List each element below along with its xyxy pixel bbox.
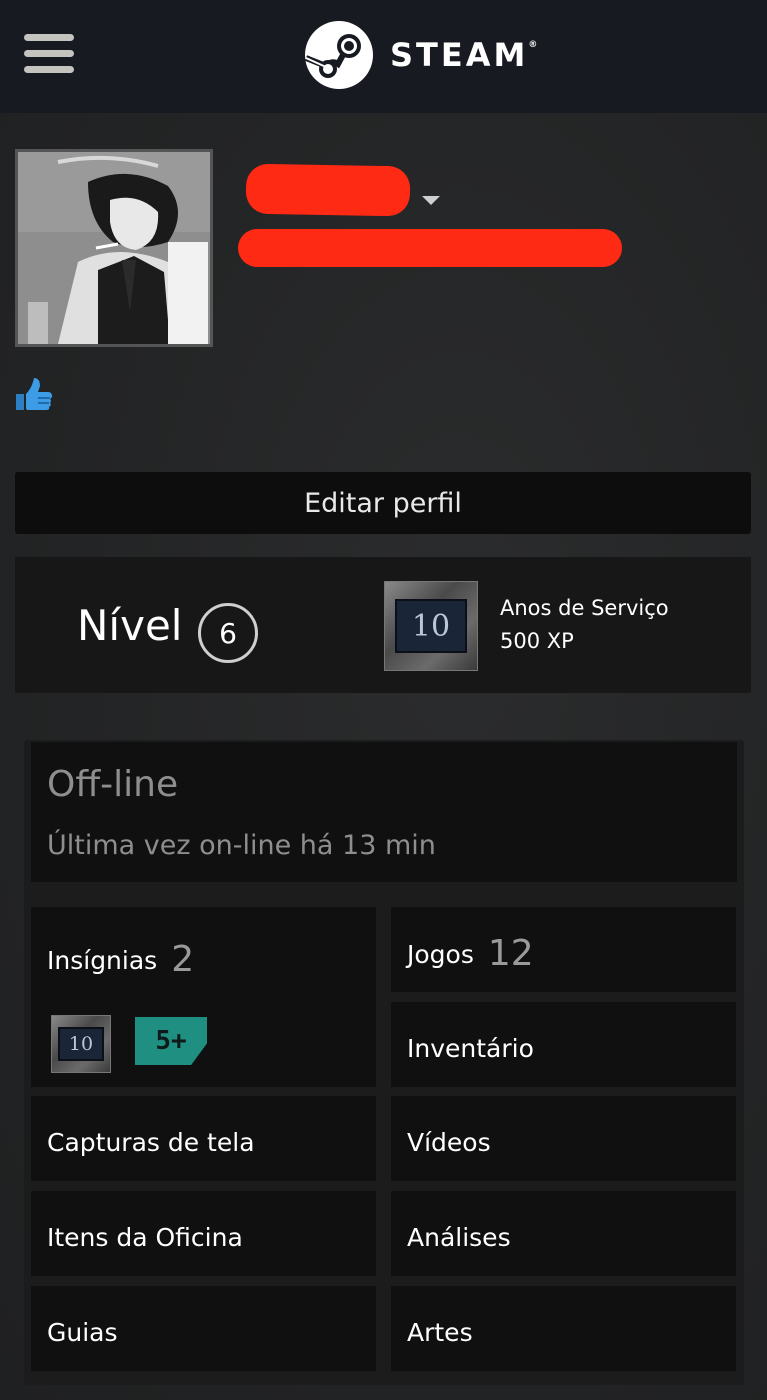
inventory-tile[interactable]: Inventário — [391, 1002, 736, 1087]
inventory-label: Inventário — [407, 1034, 534, 1063]
artwork-tile[interactable]: Artes — [391, 1286, 736, 1371]
years-badge-number: 10 — [395, 599, 467, 653]
screenshots-tile[interactable]: Capturas de tela — [31, 1096, 376, 1181]
thumbs-up-icon[interactable] — [14, 374, 54, 412]
videos-tile[interactable]: Vídeos — [391, 1096, 736, 1181]
redacted-realname — [238, 229, 622, 267]
badges-label: Insígnias — [47, 946, 158, 975]
avatar-image — [18, 152, 210, 344]
redacted-username — [245, 163, 411, 217]
steam-wordmark: STEAM® — [390, 36, 538, 74]
menu-icon[interactable] — [24, 34, 76, 74]
status-title: Off-line — [47, 764, 179, 805]
games-tile[interactable]: Jogos 12 — [391, 907, 736, 992]
badges-tile[interactable]: Insígnias 2 10 5+ — [31, 907, 376, 1087]
game-collector-badge[interactable]: 5+ — [135, 1017, 207, 1065]
games-label: Jogos — [407, 940, 474, 969]
level-label: Nível — [77, 601, 183, 650]
videos-label: Vídeos — [407, 1128, 491, 1157]
badge-xp: 500 XP — [500, 629, 574, 653]
workshop-tile[interactable]: Itens da Oficina — [31, 1191, 376, 1276]
guides-label: Guias — [47, 1318, 118, 1347]
games-count: 12 — [487, 933, 534, 974]
edit-profile-label: Editar perfil — [304, 487, 462, 519]
workshop-label: Itens da Oficina — [47, 1223, 243, 1252]
online-status-panel: Off-line Última vez on-line há 13 min — [31, 742, 737, 882]
screenshots-label: Capturas de tela — [47, 1128, 255, 1157]
reviews-label: Análises — [407, 1223, 511, 1252]
years-of-service-badge[interactable]: 10 — [384, 581, 478, 671]
edit-profile-button[interactable]: Editar perfil — [15, 472, 751, 534]
avatar[interactable] — [15, 149, 213, 347]
badges-count: 2 — [171, 939, 195, 980]
steam-logo-icon — [304, 21, 373, 89]
level-panel: Nível 6 10 Anos de Serviço 500 XP — [15, 557, 751, 693]
reviews-tile[interactable]: Análises — [391, 1191, 736, 1276]
last-online-text: Última vez on-line há 13 min — [47, 830, 436, 861]
years-badge-mini-number: 10 — [58, 1027, 104, 1061]
artwork-label: Artes — [407, 1318, 473, 1347]
years-badge-mini[interactable]: 10 — [51, 1015, 111, 1073]
badge-title[interactable]: Anos de Serviço — [500, 596, 669, 620]
guides-tile[interactable]: Guias — [31, 1286, 376, 1371]
top-bar: STEAM® — [0, 0, 767, 113]
chevron-down-icon[interactable] — [422, 196, 440, 205]
level-value: 6 — [198, 603, 258, 663]
steam-logo[interactable]: STEAM® — [304, 20, 537, 90]
